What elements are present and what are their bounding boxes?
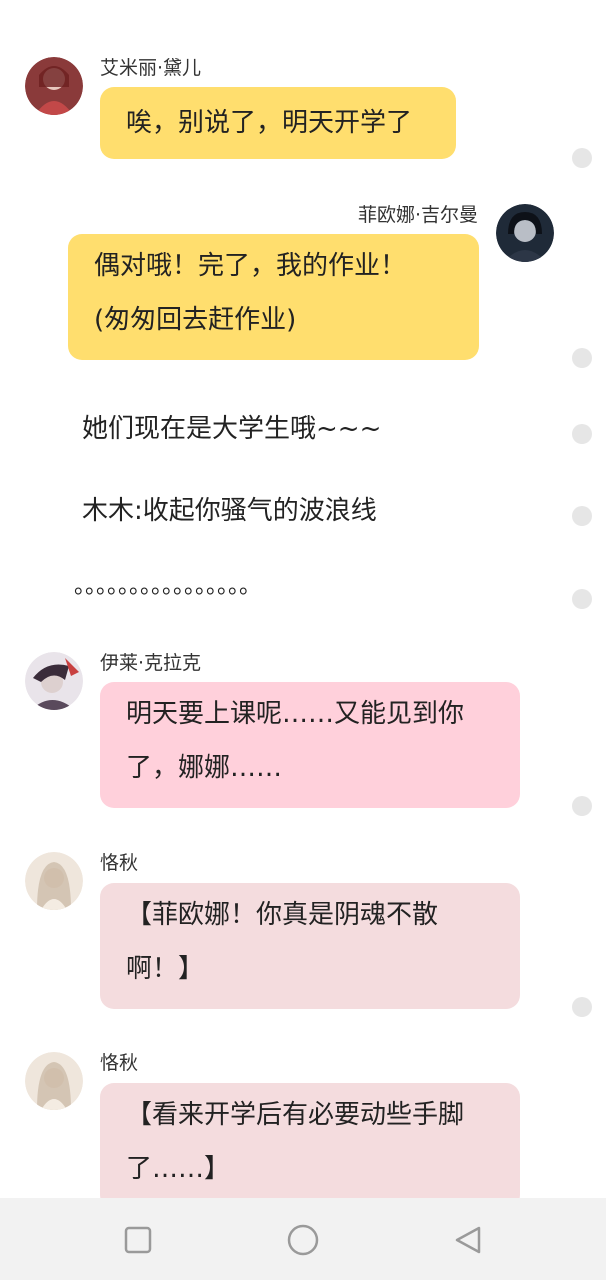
scroll-marker — [572, 506, 592, 526]
chat-bubble[interactable]: 明天要上课呢……又能见到你 了，娜娜…… — [100, 682, 520, 808]
scroll-marker — [572, 348, 592, 368]
scroll-marker — [572, 424, 592, 444]
bubble-text-line: 【菲欧娜！你真是阴魂不散 — [126, 900, 439, 930]
circle-icon[interactable] — [283, 1220, 323, 1260]
avatar-keqiu[interactable] — [25, 1052, 83, 1110]
triangle-back-icon[interactable] — [448, 1220, 488, 1260]
bubble-text-line: 啊！】 — [126, 954, 205, 984]
chat-bubble[interactable]: 【菲欧娜！你真是阴魂不散 啊！】 — [100, 883, 520, 1009]
sender-name: 伊莱·克拉克 — [100, 652, 202, 674]
narration-text: 。。。。。。。。。。。。。。。。 — [74, 574, 262, 599]
navigation-bar — [0, 1198, 606, 1280]
scroll-marker — [572, 997, 592, 1017]
bubble-text-line: (匆匆回去赶作业) — [94, 305, 297, 335]
square-icon[interactable] — [118, 1220, 158, 1260]
avatar-fiona[interactable] — [496, 204, 554, 262]
sender-name: 恪秋 — [100, 852, 139, 874]
avatar-emily[interactable] — [25, 57, 83, 115]
avatar-keqiu[interactable] — [25, 852, 83, 910]
scroll-marker — [572, 796, 592, 816]
sender-name: 恪秋 — [100, 1052, 139, 1074]
sender-name: 艾米丽·黛儿 — [100, 57, 202, 79]
scroll-marker — [572, 589, 592, 609]
bubble-text-line: 【看来开学后有必要动些手脚 — [126, 1100, 465, 1130]
narration-text: 木木:收起你骚气的波浪线 — [82, 496, 377, 526]
sender-name: 菲欧娜·吉尔曼 — [357, 204, 478, 226]
scroll-marker — [572, 148, 592, 168]
bubble-text-line: 明天要上课呢……又能见到你 — [126, 699, 465, 729]
chat-bubble[interactable]: 【看来开学后有必要动些手脚 了……】 — [100, 1083, 520, 1209]
chat-bubble[interactable]: 偶对哦！完了，我的作业！ (匆匆回去赶作业) — [68, 234, 479, 360]
bubble-text-line: 了……】 — [126, 1154, 231, 1184]
bubble-text-line: 偶对哦！完了，我的作业！ — [94, 251, 407, 281]
chat-bubble[interactable]: 唉，别说了，明天开学了 — [100, 87, 456, 159]
narration-text: 她们现在是大学生哦~~~ — [82, 414, 382, 444]
bubble-text-line: 了，娜娜…… — [126, 753, 283, 783]
bubble-text-line: 唉，别说了，明天开学了 — [126, 108, 413, 138]
avatar-eli[interactable] — [25, 652, 83, 710]
